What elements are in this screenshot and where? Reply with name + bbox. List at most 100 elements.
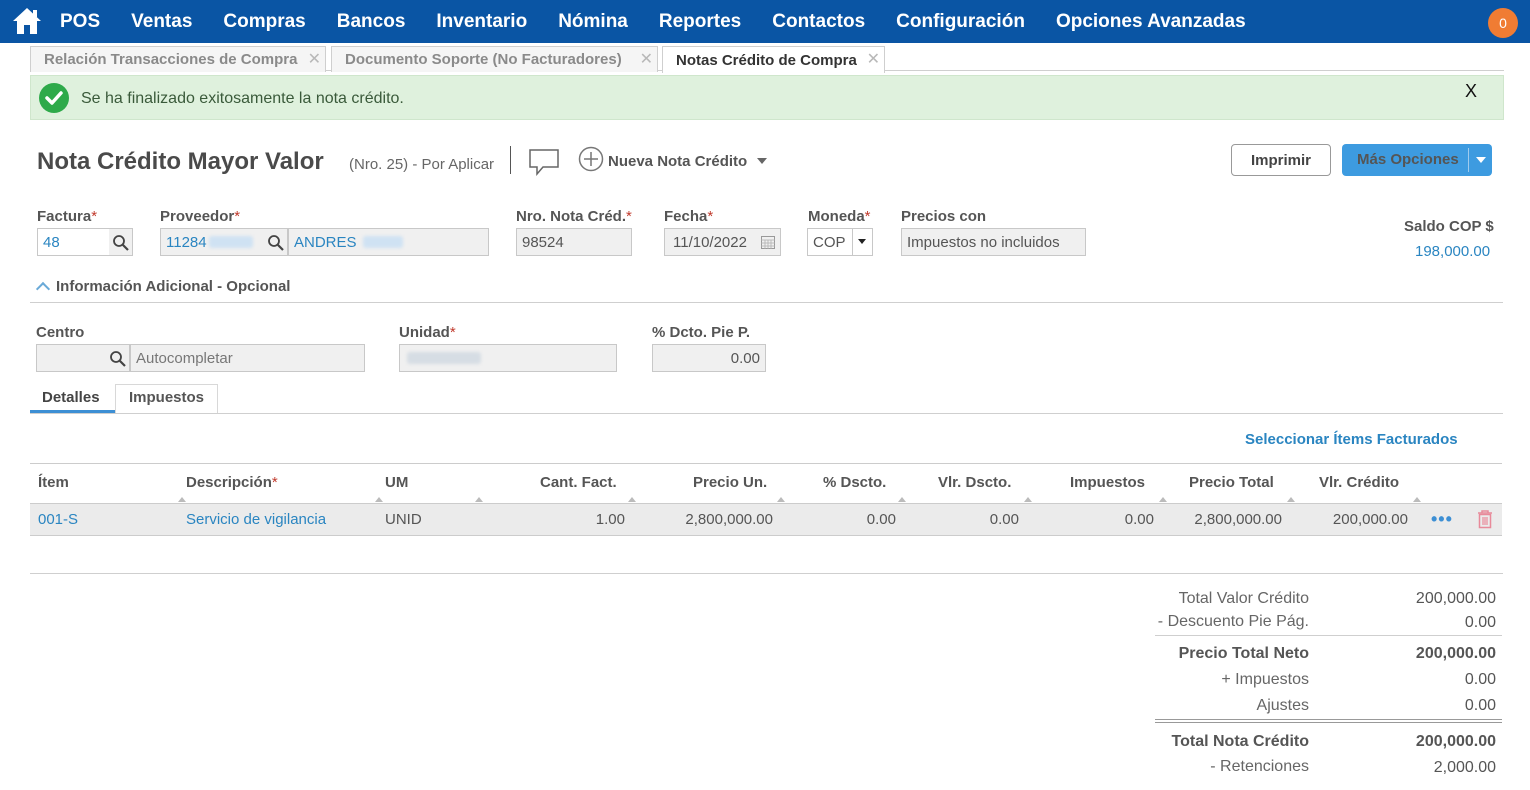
cell-pct-dscto: 0.00: [866, 511, 896, 528]
saldo-label: Saldo COP $: [1404, 218, 1494, 235]
menu-item-reportes[interactable]: Reportes: [659, 11, 741, 33]
divider: [510, 146, 511, 174]
factura-field[interactable]: 48: [37, 228, 110, 256]
additional-info-title: Información Adicional - Opcional: [56, 278, 291, 295]
dcto-pie-field[interactable]: 0.00: [652, 344, 766, 372]
column-header-vlr-credito[interactable]: Vlr. Crédito: [1319, 474, 1399, 491]
column-header-descripcion[interactable]: Descripción*: [186, 474, 278, 491]
close-icon[interactable]: ✕: [308, 49, 321, 69]
additional-info-toggle[interactable]: Información Adicional - Opcional: [34, 278, 291, 296]
sort-icon: [1024, 497, 1032, 502]
check-circle-icon: [39, 83, 69, 113]
cell-impuestos: 0.00: [1124, 511, 1154, 528]
nro-nota-label: Nro. Nota Créd.*: [516, 208, 632, 225]
new-credit-note-button[interactable]: Nueva Nota Crédito: [578, 146, 768, 177]
column-header-precio-total[interactable]: Precio Total: [1189, 474, 1274, 491]
main-menu: POS Ventas Compras Bancos Inventario Nóm…: [60, 0, 1277, 43]
menu-item-configuracion[interactable]: Configuración: [896, 11, 1025, 33]
total-nota-credito-label: Total Nota Crédito: [1171, 733, 1309, 750]
total-valor-credito-label: Total Valor Crédito: [1178, 590, 1309, 607]
divider: [30, 302, 1503, 303]
column-header-um[interactable]: UM: [385, 474, 408, 491]
tab-detalles[interactable]: Detalles: [42, 389, 100, 406]
success-alert: Se ha finalizado exitosamente la nota cr…: [30, 75, 1504, 120]
new-credit-note-label: Nueva Nota Crédito: [608, 152, 748, 170]
search-icon[interactable]: [106, 344, 130, 372]
tab-relacion-transacciones[interactable]: Relación Transacciones de Compra ✕: [30, 46, 326, 72]
dcto-pie-label: % Dcto. Pie P.: [652, 324, 751, 341]
menu-item-nomina[interactable]: Nómina: [558, 11, 628, 33]
column-header-pct-dscto[interactable]: % Dscto.: [823, 474, 886, 491]
tab-label: Notas Crédito de Compra: [676, 51, 857, 69]
search-icon[interactable]: [109, 228, 133, 256]
calendar-icon[interactable]: [760, 234, 776, 255]
more-actions-icon[interactable]: •••: [1431, 509, 1453, 530]
table-header-border: [30, 463, 1502, 464]
sort-icon: [898, 497, 906, 502]
impuestos-value: 0.00: [1464, 671, 1496, 688]
ajustes-label: Ajustes: [1256, 697, 1309, 714]
top-navbar: POS Ventas Compras Bancos Inventario Nóm…: [0, 0, 1530, 43]
menu-item-contactos[interactable]: Contactos: [772, 11, 865, 33]
descuento-pie-label: - Descuento Pie Pág.: [1157, 613, 1309, 630]
sort-icon: [1413, 497, 1421, 502]
precio-total-neto-label: Precio Total Neto: [1178, 645, 1309, 662]
menu-item-pos[interactable]: POS: [60, 11, 100, 33]
menu-item-opciones-avanzadas[interactable]: Opciones Avanzadas: [1056, 11, 1246, 33]
sort-icon: [475, 497, 483, 502]
select-invoiced-items-link[interactable]: Seleccionar Ítems Facturados: [1245, 431, 1458, 448]
column-header-precio-un[interactable]: Precio Un.: [693, 474, 767, 491]
trash-icon[interactable]: [1476, 509, 1494, 534]
saldo-value: 198,000.00: [1415, 243, 1491, 260]
centro-code-field[interactable]: [36, 344, 107, 372]
close-icon[interactable]: ✕: [640, 49, 653, 69]
chevron-down-icon[interactable]: [1476, 157, 1486, 163]
menu-item-compras[interactable]: Compras: [223, 11, 305, 33]
sort-icon: [178, 497, 186, 502]
column-header-impuestos[interactable]: Impuestos: [1070, 474, 1145, 491]
comment-icon[interactable]: [528, 148, 560, 181]
total-nota-credito-value: 200,000.00: [1415, 733, 1496, 750]
more-options-button[interactable]: Más Opciones: [1342, 144, 1492, 176]
nro-nota-field[interactable]: 98524: [516, 228, 632, 256]
unidad-label: Unidad*: [399, 324, 456, 341]
alert-close-button[interactable]: X: [1465, 81, 1477, 102]
sort-icon: [375, 497, 383, 502]
unidad-field[interactable]: [399, 344, 617, 372]
tab-label: Relación Transacciones de Compra: [44, 51, 298, 68]
page-title: Nota Crédito Mayor Valor: [37, 148, 324, 175]
notification-badge[interactable]: 0: [1488, 8, 1518, 38]
cell-vlr-credito: 200,000.00: [1332, 511, 1408, 528]
proveedor-name-field[interactable]: ANDRES: [288, 228, 489, 256]
chevron-up-icon: [35, 281, 51, 296]
chevron-down-icon[interactable]: [858, 239, 866, 244]
column-header-vlr-dscto[interactable]: Vlr. Dscto.: [938, 474, 1011, 491]
menu-item-ventas[interactable]: Ventas: [131, 11, 192, 33]
centro-autocomplete-field[interactable]: Autocompletar: [130, 344, 365, 372]
print-button[interactable]: Imprimir: [1231, 144, 1331, 176]
tab-impuestos[interactable]: Impuestos: [129, 389, 204, 406]
menu-item-bancos[interactable]: Bancos: [337, 11, 406, 33]
column-header-item[interactable]: Ítem: [38, 474, 69, 491]
divider: [1155, 635, 1502, 636]
precios-con-label: Precios con: [901, 208, 987, 225]
tab-notas-credito[interactable]: Notas Crédito de Compra ✕: [662, 46, 885, 73]
proveedor-id-field[interactable]: 11284: [160, 228, 265, 256]
menu-item-inventario[interactable]: Inventario: [436, 11, 527, 33]
cell-item[interactable]: 001-S: [38, 511, 78, 528]
search-icon[interactable]: [264, 228, 288, 256]
plus-circle-icon: [578, 146, 604, 177]
cell-vlr-dscto: 0.00: [989, 511, 1019, 528]
precio-total-neto-value: 200,000.00: [1415, 645, 1496, 662]
column-header-cant-fact[interactable]: Cant. Fact.: [540, 474, 617, 491]
home-icon[interactable]: [11, 6, 43, 36]
retenciones-label: - Retenciones: [1210, 758, 1309, 775]
sort-icon: [628, 497, 636, 502]
cell-cant-fact: 1.00: [595, 511, 625, 528]
sort-icon: [777, 497, 785, 502]
cell-descripcion[interactable]: Servicio de vigilancia: [186, 511, 326, 528]
close-icon[interactable]: ✕: [867, 49, 880, 69]
divider: [30, 413, 1503, 414]
ajustes-value: 0.00: [1464, 697, 1496, 714]
tab-documento-soporte[interactable]: Documento Soporte (No Facturadores) ✕: [331, 46, 658, 72]
